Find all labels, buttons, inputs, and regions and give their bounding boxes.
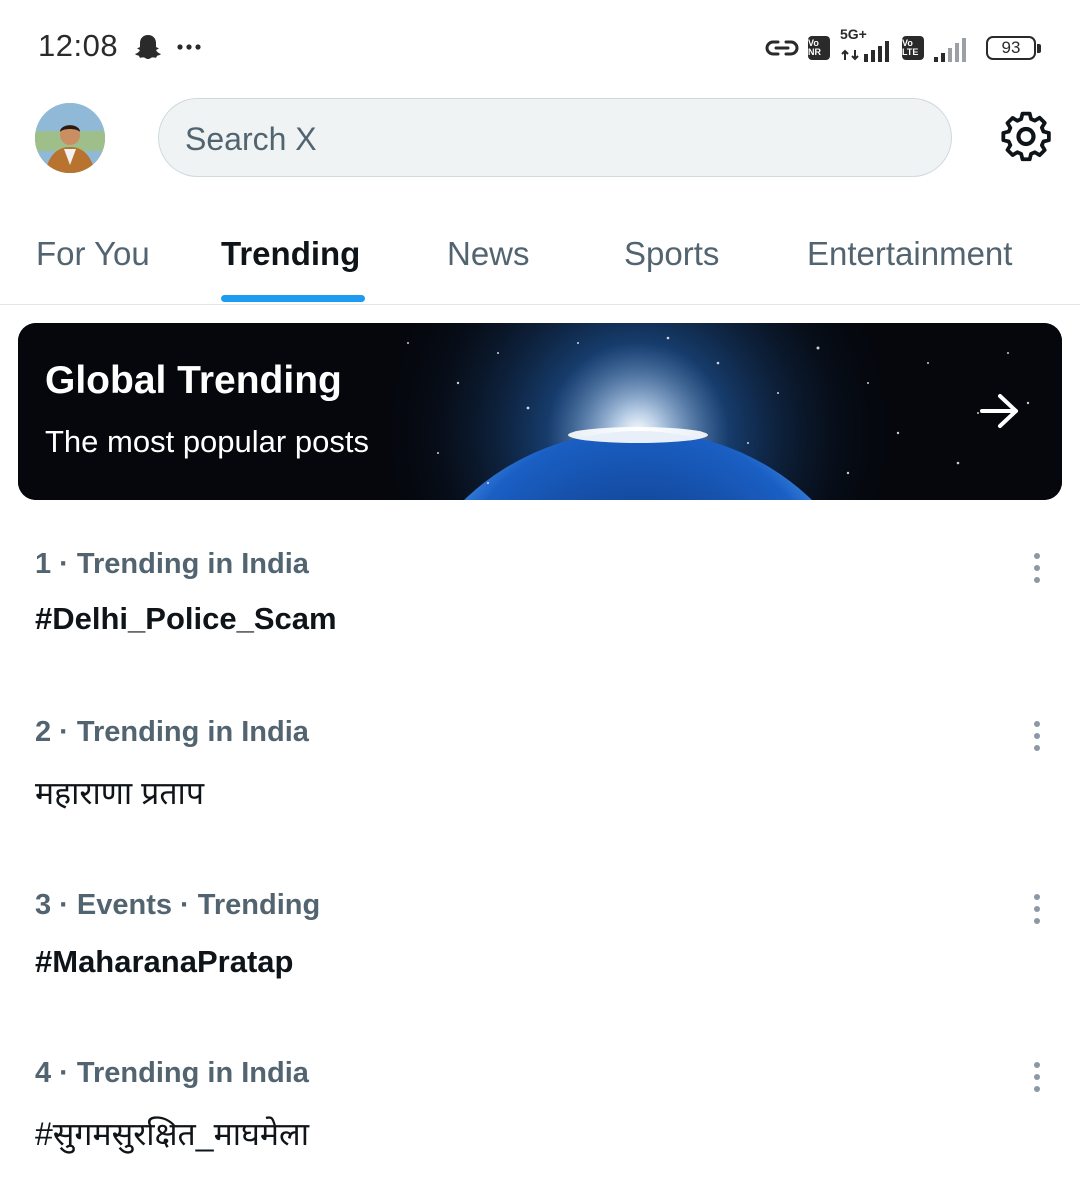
vonr-label: Vo NR xyxy=(808,38,821,57)
volte-icon: Vo LTE xyxy=(902,36,924,60)
trend-context: 2 · Trending in India xyxy=(35,716,309,748)
search-input[interactable]: Search X xyxy=(158,98,952,177)
status-indicators: Vo NR 5G+ Vo LTE 93 xyxy=(764,26,1041,66)
tab-bar: For You Trending News Sports Entertainme… xyxy=(0,215,1080,305)
arrow-right-icon xyxy=(980,394,1018,428)
active-tab-indicator xyxy=(221,295,365,302)
more-notifications-icon xyxy=(177,44,201,50)
tab-entertainment[interactable]: Entertainment xyxy=(807,235,1012,273)
gear-icon[interactable] xyxy=(1000,110,1052,162)
tab-news[interactable]: News xyxy=(447,235,530,273)
trend-name: महाराणा प्रताप xyxy=(35,775,205,811)
earth-horizon-image xyxy=(18,323,1062,500)
trend-item[interactable]: 2 · Trending in India महाराणा प्रताप xyxy=(0,716,1080,826)
banner-subtitle: The most popular posts xyxy=(45,424,369,459)
global-trending-banner[interactable]: Global Trending The most popular posts xyxy=(18,323,1062,500)
battery-icon: 93 xyxy=(986,36,1041,60)
trend-name: #सुगमसुरक्षित_माघमेला xyxy=(35,1116,310,1152)
battery-level: 93 xyxy=(1001,38,1021,57)
status-bar: 12:08 Vo NR 5G+ Vo LTE 93 xyxy=(0,0,1080,96)
trend-item[interactable]: 3 · Events · Trending #MaharanaPratap xyxy=(0,889,1080,999)
trend-name: #Delhi_Police_Scam xyxy=(35,601,337,636)
banner-title: Global Trending xyxy=(45,359,342,402)
search-placeholder: Search X xyxy=(185,121,317,157)
snapchat-icon xyxy=(135,35,161,59)
trend-item[interactable]: 1 · Trending in India #Delhi_Police_Scam xyxy=(0,548,1080,658)
avatar[interactable] xyxy=(35,103,105,173)
signal-icon xyxy=(934,38,966,62)
tab-for-you[interactable]: For You xyxy=(36,235,150,273)
volte-label: Vo LTE xyxy=(902,38,919,57)
trend-name: #MaharanaPratap xyxy=(35,944,294,979)
link-icon xyxy=(765,40,799,56)
more-options-icon[interactable] xyxy=(1025,550,1049,586)
trend-context: 4 · Trending in India xyxy=(35,1057,309,1089)
more-options-icon[interactable] xyxy=(1025,891,1049,927)
5g-signal-icon: 5G+ xyxy=(838,26,894,64)
explore-screen: 12:08 Vo NR 5G+ Vo LTE 93 Search X For Y… xyxy=(0,0,1080,1185)
tab-trending[interactable]: Trending xyxy=(221,235,360,273)
more-options-icon[interactable] xyxy=(1025,718,1049,754)
trend-item[interactable]: 4 · Trending in India #सुगमसुरक्षित_माघम… xyxy=(0,1057,1080,1167)
status-time: 12:08 xyxy=(38,28,119,63)
tab-sports[interactable]: Sports xyxy=(624,235,719,273)
vonr-icon: Vo NR xyxy=(808,36,830,60)
trend-context: 3 · Events · Trending xyxy=(35,889,321,921)
trend-context: 1 · Trending in India xyxy=(35,548,309,580)
more-options-icon[interactable] xyxy=(1025,1059,1049,1095)
